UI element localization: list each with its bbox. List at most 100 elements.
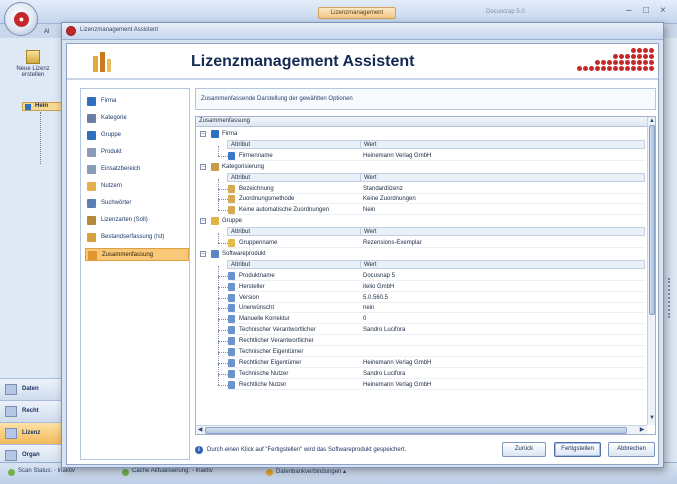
vertical-scroll-thumb[interactable] [649, 125, 655, 315]
wizard-step-2[interactable]: Kategorie [85, 112, 189, 125]
summary-row[interactable]: Rechtliche Nutzer Heinemann Verlag GmbH [218, 374, 645, 390]
decorative-dot [631, 48, 636, 53]
summary-row[interactable]: Technischer Verantwortlicher Sandro Lucif… [218, 320, 645, 336]
attribute-icon [228, 151, 235, 160]
wizard-content: Zusammenfassende Darstellung der gewählt… [195, 88, 656, 463]
wizard-step-10[interactable]: Zusammenfassung [85, 248, 189, 261]
wizard-step-5[interactable]: Einsatzbereich [85, 163, 189, 176]
summary-row[interactable]: Firmenname Heinemann Verlag GmbH [218, 145, 645, 161]
wizard-step-9[interactable]: Bestandserfassung (Ist) [85, 231, 189, 244]
attribute-icon [228, 195, 235, 204]
db-connections-status[interactable]: Datenbankverbindungen ▴ [266, 468, 346, 476]
summary-row[interactable]: Version 5.0.560.5 [218, 287, 645, 303]
collapse-icon[interactable]: − [200, 163, 206, 170]
horizontal-scrollbar[interactable]: ◀ ▶ [196, 425, 647, 434]
attribute-icon [228, 304, 235, 313]
decorative-dot [613, 54, 618, 59]
wizard-step-3[interactable]: Gruppe [85, 129, 189, 142]
summary-row[interactable]: Rechtlicher Eigentümer Heinemann Verlag G… [218, 352, 645, 368]
decorative-dot [613, 66, 618, 71]
wizard-app-icon [66, 26, 76, 36]
decorative-dot [643, 66, 648, 71]
wizard-header: Lizenzmanagement Assistent [67, 44, 658, 80]
summary-group-label: Firma [222, 131, 238, 137]
summary-row[interactable]: Technischer Eigentümer [218, 342, 645, 357]
wizard-step-label: Suchwörter [101, 200, 132, 206]
decorative-dot [607, 60, 612, 65]
collapse-icon[interactable]: − [200, 131, 206, 137]
summary-row[interactable]: Zuordnungsmethode Keine Zuordnungen [218, 189, 645, 205]
summary-group-label: Gruppe [222, 218, 243, 225]
decorative-dot [601, 60, 606, 65]
decorative-dot [613, 60, 618, 65]
license-icon [87, 216, 96, 225]
decorative-dots-icon [571, 48, 657, 74]
wizard-step-7[interactable]: Suchwörter [85, 197, 189, 210]
summary-row[interactable]: Technische Nutzer Sandro Lucifora [218, 363, 645, 379]
summary-row[interactable]: Bezeichnung Standardlizenz [218, 178, 645, 194]
close-icon[interactable]: × [660, 5, 666, 16]
rights-icon [5, 406, 17, 417]
nav-license[interactable]: Lizenz [0, 422, 66, 444]
summary-row[interactable]: Hersteller itelio GmbH [218, 276, 645, 292]
application-menu-button[interactable]: ● [4, 2, 38, 36]
info-text: Durch einen Klick auf "Fertigstellen" wi… [207, 447, 407, 453]
decorative-dot [631, 54, 636, 59]
app-titlebar: Lizenzmanagement Docuscrap 5.0 – □ × [0, 0, 677, 24]
attribute-icon [228, 326, 235, 335]
attribute-icon [228, 206, 235, 215]
summary-group-label: Kategorisierung [222, 163, 265, 170]
summary-group-label: Softwareprodukt [222, 250, 266, 257]
summary-row[interactable]: Gruppenname Rezensions-Exemplar [218, 233, 645, 248]
nav-data[interactable]: Daten [0, 378, 66, 400]
cache-status: Cache Aktualisierung: ◦ Inaktiv [122, 468, 213, 476]
column-value: Wert [364, 174, 377, 181]
step-description: Zusammenfassende Darstellung der gewählt… [195, 88, 656, 110]
splitter-grip[interactable] [668, 278, 672, 318]
decorative-dot [625, 66, 630, 71]
minimize-icon[interactable]: – [626, 5, 632, 16]
horizontal-scroll-thumb[interactable] [205, 427, 627, 434]
app-context-title: Lizenzmanagement [318, 7, 396, 19]
tree-node[interactable]: Hein [22, 102, 62, 111]
column-value: Wert [364, 261, 377, 268]
decorative-dot [637, 54, 642, 59]
attribute-icon [228, 184, 235, 193]
wizard-step-label: Zusammenfassung [102, 252, 154, 258]
back-button[interactable]: Zurück [502, 442, 546, 457]
column-attribute: Attribut [231, 141, 251, 148]
wizard-step-1[interactable]: Firma [85, 95, 189, 108]
summary-row[interactable]: Unerwünscht nein [218, 298, 645, 314]
category-icon [87, 114, 96, 123]
wizard-step-6[interactable]: Nutzern [85, 180, 189, 193]
wizard-step-list: Firma Kategorie Gruppe Produkt Einsatzbereic… [80, 88, 190, 460]
scroll-left-icon[interactable]: ◀ [196, 426, 204, 434]
grid-header: Attribut Wert [227, 227, 645, 237]
cancel-button[interactable]: Abbrechen [608, 442, 655, 457]
wizard-titlebar: Lizenzmanagement Assistent [62, 23, 663, 40]
column-value: Wert [364, 141, 377, 148]
right-collapsed-panel [662, 38, 677, 462]
summary-row[interactable]: Rechtlicher Verantwortlicher [218, 331, 645, 347]
new-license-button[interactable]: Neue Lizenz erstellen [8, 50, 58, 78]
scroll-down-icon[interactable]: ▼ [648, 415, 655, 422]
summary-row[interactable]: Manuelle Korrektur 0 [218, 309, 645, 325]
nav-rights[interactable]: Recht [0, 400, 66, 422]
attribute-icon [228, 271, 235, 280]
summary-row[interactable]: Produktname Docusnap 5 [218, 265, 645, 281]
decorative-dot [607, 66, 612, 71]
scroll-up-icon[interactable]: ▲ [648, 118, 655, 125]
summary-row[interactable]: Keine automatische Zuordnungen Nein [218, 200, 645, 216]
collapse-icon[interactable]: − [200, 250, 206, 257]
wizard-step-4[interactable]: Produkt [85, 146, 189, 159]
maximize-icon[interactable]: □ [643, 5, 649, 16]
collapse-icon[interactable]: − [200, 218, 206, 225]
vertical-scrollbar[interactable]: ▲ ▼ [647, 117, 655, 425]
data-icon [5, 384, 17, 395]
scroll-right-icon[interactable]: ▶ [638, 426, 646, 434]
wizard-step-8[interactable]: Lizenzarten (Soll) [85, 214, 189, 227]
finish-button[interactable]: Fertigstellen [554, 442, 601, 457]
column-value: Wert [364, 229, 377, 236]
app-logo-icon: ● [14, 12, 29, 27]
summary-header: Zusammenfassung [196, 117, 647, 127]
